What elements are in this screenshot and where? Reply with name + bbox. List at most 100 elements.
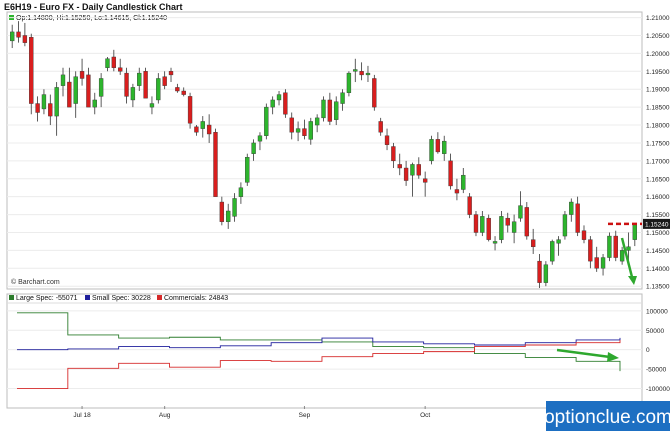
candle-up	[137, 72, 142, 86]
candle-up	[251, 142, 256, 154]
candle-up	[556, 239, 561, 244]
candle-down	[67, 81, 72, 108]
candle-down	[575, 203, 580, 233]
price-tick-label: 1.16000	[646, 194, 670, 201]
price-tick-label: 1.14000	[646, 266, 670, 273]
candle-up	[353, 69, 358, 72]
candle-down	[111, 56, 117, 68]
candle-up	[245, 157, 250, 183]
cot-tick-label: 100000	[646, 308, 668, 315]
candle-down	[588, 239, 593, 262]
price-tick-label: 1.14500	[646, 248, 670, 255]
candle-down	[79, 71, 85, 79]
candle-down	[213, 131, 218, 197]
candle-up	[238, 187, 244, 197]
price-tick-label: 1.18000	[646, 123, 670, 130]
candle-up	[499, 216, 504, 240]
candle-up	[149, 103, 155, 108]
candle-up	[156, 78, 161, 101]
cot-tick-label: -50000	[646, 367, 667, 374]
price-tick-label: 1.21000	[646, 15, 670, 22]
candle-down	[86, 74, 91, 108]
candle-down	[537, 260, 542, 283]
cot-tick-label: -100000	[646, 386, 670, 393]
candle-down	[448, 160, 453, 187]
cot-tick-label: 0	[646, 347, 650, 354]
commercials-swatch	[157, 295, 162, 300]
candle-down	[594, 257, 599, 269]
chart-root: E6H19 - Euro FX - Daily Candlestick Char…	[0, 0, 670, 431]
candle-down	[118, 67, 123, 72]
candle-down	[372, 78, 377, 108]
candle-up	[41, 94, 47, 110]
watermark-text: optionclue.com	[544, 407, 670, 428]
candle-up	[308, 121, 313, 140]
candle-down	[359, 71, 364, 76]
candle-down	[16, 31, 21, 38]
candle-down	[289, 117, 294, 133]
candle-up	[226, 210, 231, 222]
chart-title: E6H19 - Euro FX - Daily Candlestick Char…	[4, 2, 183, 12]
candle-up	[257, 135, 263, 142]
candle-down	[613, 235, 618, 258]
candle-up	[270, 99, 275, 108]
candle-down	[403, 167, 409, 181]
candle-down	[29, 37, 34, 104]
candle-down	[505, 217, 510, 226]
legend-commercials: Commercials: 24843	[164, 295, 228, 302]
chart-background	[0, 0, 670, 431]
candle-down	[48, 103, 53, 117]
candle-up	[429, 139, 434, 162]
candle-down	[187, 96, 193, 124]
candle-down	[206, 124, 212, 135]
price-tick-label: 1.18500	[646, 105, 670, 112]
large-spec-swatch	[9, 295, 14, 300]
candle-up	[321, 99, 326, 119]
last-price-value: 1.15240	[645, 221, 669, 228]
candle-down	[302, 128, 307, 136]
candle-down	[467, 196, 472, 215]
candle-up	[264, 106, 269, 136]
candle-down	[327, 99, 333, 122]
candle-up	[600, 257, 606, 269]
candle-down	[416, 164, 421, 176]
price-tick-label: 1.17500	[646, 140, 670, 147]
candle-down	[422, 178, 428, 183]
candle-up	[98, 78, 104, 97]
candle-up	[518, 205, 523, 219]
x-tick-label: Oct	[420, 412, 430, 419]
price-tick-label: 1.15500	[646, 212, 670, 219]
price-tick-label: 1.13500	[646, 284, 670, 291]
candle-down	[181, 90, 186, 95]
candle-up	[607, 235, 612, 258]
price-tick-label: 1.19500	[646, 69, 670, 76]
candle-down	[35, 103, 40, 113]
candle-up	[276, 94, 282, 101]
candle-up	[442, 140, 447, 154]
candle-down	[175, 87, 180, 92]
x-tick-label: Aug	[159, 412, 171, 419]
candle-up	[105, 58, 110, 68]
candle-down	[581, 230, 587, 240]
candle-up	[60, 74, 66, 86]
price-tick-label: 1.20000	[646, 51, 670, 58]
candle-down	[435, 139, 441, 153]
candle-up	[619, 250, 625, 262]
small-spec-swatch	[85, 295, 90, 300]
candle-up	[340, 92, 345, 104]
candle-down	[384, 135, 390, 145]
candle-up	[346, 72, 352, 93]
barchart-credit: © Barchart.com	[11, 278, 60, 286]
candle-down	[378, 121, 383, 133]
candle-up	[200, 121, 205, 129]
candle-down	[524, 207, 529, 237]
candlestick-chart-svg: E6H19 - Euro FX - Daily Candlestick Char…	[0, 0, 670, 431]
cot-tick-label: 50000	[646, 328, 664, 335]
price-tick-label: 1.17000	[646, 158, 670, 165]
candle-down	[124, 72, 129, 97]
candle-down	[219, 201, 225, 222]
candle-down	[194, 126, 199, 133]
candle-down	[486, 217, 491, 240]
candle-up	[480, 216, 485, 233]
ohlc-readout: Op:1.14800, Hi:1.15250, Lo:1.14615, Cl:1…	[16, 15, 167, 22]
